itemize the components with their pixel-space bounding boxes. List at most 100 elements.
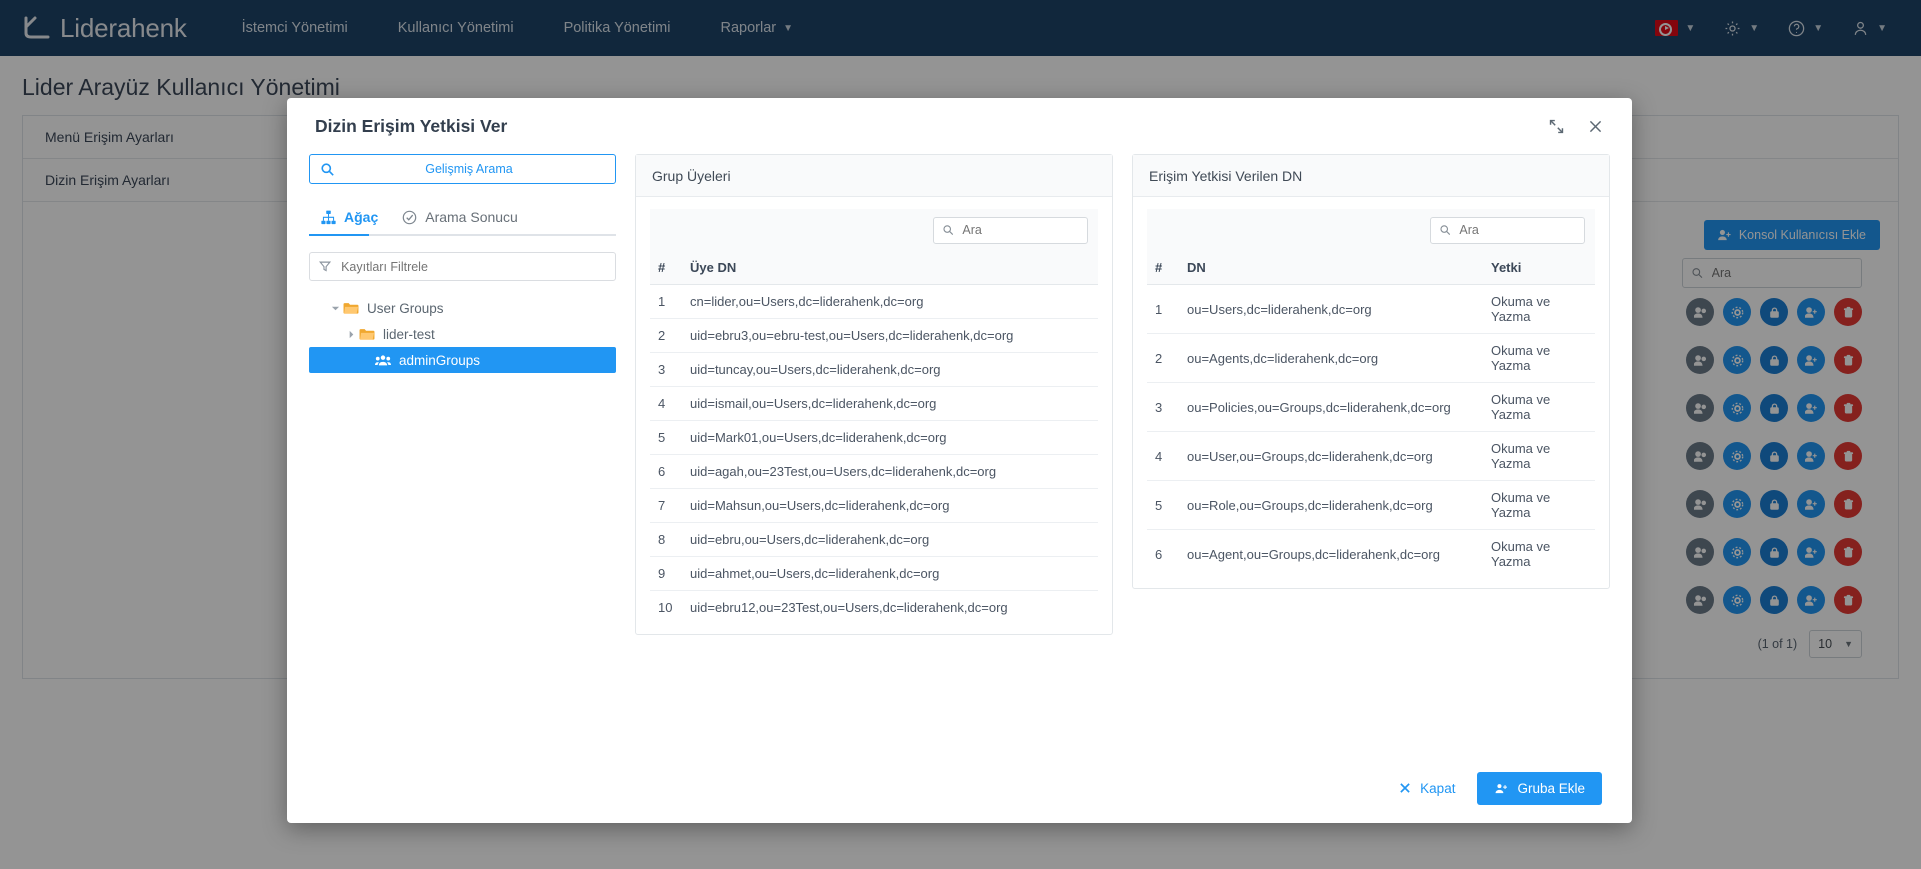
tab-arama-sonucu[interactable]: Arama Sonucu [390,201,530,236]
close-button-label: Kapat [1420,781,1455,796]
cell-index: 1 [650,285,684,319]
group-members-search-box[interactable] [933,217,1088,244]
add-to-group-button[interactable]: Gruba Ekle [1477,772,1602,805]
granted-dn-inner: # DN Yetki 1ou=Users,dc=liderahenk,dc=or… [1133,197,1609,588]
group-members-panel: Grup Üyeleri [635,154,1113,635]
cell-index: 3 [1147,383,1181,432]
table-row[interactable]: 5ou=Role,ou=Groups,dc=liderahenk,dc=orgO… [1147,481,1595,530]
table-row[interactable]: 6ou=Agent,ou=Groups,dc=liderahenk,dc=org… [1147,530,1595,579]
tab-label: Ağaç [344,209,378,225]
cell-dn: uid=ebru12,ou=23Test,ou=Users,dc=liderah… [684,591,1098,625]
table-row[interactable]: 9uid=ahmet,ou=Users,dc=liderahenk,dc=org [650,557,1098,591]
granted-dn-table: # DN Yetki 1ou=Users,dc=liderahenk,dc=or… [1147,251,1595,578]
dizin-erisim-yetkisi-modal: Dizin Erişim Yetkisi Ver [287,98,1632,823]
table-row[interactable]: 2ou=Agents,dc=liderahenk,dc=orgOkuma ve … [1147,334,1595,383]
check-circle-icon [402,210,417,225]
cell-dn: uid=agah,ou=23Test,ou=Users,dc=liderahen… [684,455,1098,489]
cell-dn: ou=User,ou=Groups,dc=liderahenk,dc=org [1181,432,1485,481]
cell-index: 4 [650,387,684,421]
column-header-index: # [1147,251,1181,285]
table-row[interactable]: 1ou=Users,dc=liderahenk,dc=orgOkuma ve Y… [1147,285,1595,334]
cell-index: 2 [1147,334,1181,383]
table-row[interactable]: 2uid=ebru3,ou=ebru-test,ou=Users,dc=lide… [650,319,1098,353]
table-row[interactable]: 1cn=lider,ou=Users,dc=liderahenk,dc=org [650,285,1098,319]
cell-yetki: Okuma ve Yazma [1485,530,1595,579]
table-row[interactable]: 4uid=ismail,ou=Users,dc=liderahenk,dc=or… [650,387,1098,421]
granted-dn-panel: Erişim Yetkisi Verilen DN [1132,154,1610,589]
advanced-search-button[interactable]: Gelişmiş Arama [309,154,616,184]
cell-dn: ou=Users,dc=liderahenk,dc=org [1181,285,1485,334]
table-row[interactable]: 6uid=agah,ou=23Test,ou=Users,dc=liderahe… [650,455,1098,489]
table-row[interactable]: 3uid=tuncay,ou=Users,dc=liderahenk,dc=or… [650,353,1098,387]
cell-yetki: Okuma ve Yazma [1485,383,1595,432]
tabs-underline [309,234,616,236]
modal-footer: Kapat Gruba Ekle [287,753,1632,823]
tab-label: Arama Sonucu [425,209,518,225]
cell-dn: uid=tuncay,ou=Users,dc=liderahenk,dc=org [684,353,1098,387]
folder-icon [359,328,375,341]
tree-icon [321,210,336,225]
app-root: Liderahenk İstemci Yönetimi Kullanıcı Yö… [0,0,1921,869]
folder-icon [343,302,359,315]
group-members-inner: # Üye DN 1cn=lider,ou=Users,dc=liderahen… [636,197,1112,634]
filter-icon [319,260,331,273]
column-header-uye-dn: Üye DN [684,251,1098,285]
tree-node-lider-test[interactable]: lider-test [309,321,616,347]
table-row[interactable]: 8uid=ebru,ou=Users,dc=liderahenk,dc=org [650,523,1098,557]
cell-index: 5 [1147,481,1181,530]
modal-header: Dizin Erişim Yetkisi Ver [287,98,1632,154]
cell-index: 9 [650,557,684,591]
group-icon [375,354,391,367]
close-button[interactable]: Kapat [1395,775,1459,802]
modal-title: Dizin Erişim Yetkisi Ver [315,116,507,137]
table-header-row: # DN Yetki [1147,251,1595,285]
tree-filter-input[interactable] [339,259,606,275]
cell-dn: uid=ebru3,ou=ebru-test,ou=Users,dc=lider… [684,319,1098,353]
tree-node-user-groups[interactable]: User Groups [309,295,616,321]
table-row[interactable]: 3ou=Policies,ou=Groups,dc=liderahenk,dc=… [1147,383,1595,432]
table-row[interactable]: 7uid=Mahsun,ou=Users,dc=liderahenk,dc=or… [650,489,1098,523]
granted-dn-search-box[interactable] [1430,217,1585,244]
directory-tree: User Groups lider-test [309,295,616,373]
cell-index: 4 [1147,432,1181,481]
granted-dn-title: Erişim Yetkisi Verilen DN [1133,155,1609,197]
tree-node-admingroups[interactable]: adminGroups [309,347,616,373]
cell-yetki: Okuma ve Yazma [1485,481,1595,530]
add-group-icon [1494,782,1508,795]
group-members-table: # Üye DN 1cn=lider,ou=Users,dc=liderahen… [650,251,1098,624]
table-header-row: # Üye DN [650,251,1098,285]
column-header-dn: DN [1181,251,1485,285]
search-icon [943,224,953,236]
cell-dn: ou=Policies,ou=Groups,dc=liderahenk,dc=o… [1181,383,1485,432]
cell-dn: uid=ebru,ou=Users,dc=liderahenk,dc=org [684,523,1098,557]
table-row[interactable]: 5uid=Mark01,ou=Users,dc=liderahenk,dc=or… [650,421,1098,455]
cell-yetki: Okuma ve Yazma [1485,334,1595,383]
tree-node-label: User Groups [367,301,444,316]
tab-agac[interactable]: Ağaç [309,201,390,236]
cell-dn: uid=ismail,ou=Users,dc=liderahenk,dc=org [684,387,1098,421]
search-icon [321,163,334,176]
close-icon[interactable] [1587,118,1604,135]
group-members-title: Grup Üyeleri [636,155,1112,197]
granted-dn-toolbar [1147,209,1595,251]
cell-index: 10 [650,591,684,625]
cell-index: 1 [1147,285,1181,334]
cell-index: 2 [650,319,684,353]
cell-dn: ou=Agents,dc=liderahenk,dc=org [1181,334,1485,383]
chevron-down-icon[interactable] [327,304,343,313]
cell-index: 3 [650,353,684,387]
tree-node-label: lider-test [383,327,435,342]
cell-dn: uid=Mahsun,ou=Users,dc=liderahenk,dc=org [684,489,1098,523]
table-row[interactable]: 10uid=ebru12,ou=23Test,ou=Users,dc=lider… [650,591,1098,625]
group-members-search-input[interactable] [960,222,1078,238]
tree-filter-box[interactable] [309,252,616,281]
advanced-search-label: Gelişmiş Arama [334,162,604,176]
granted-dn-search-input[interactable] [1457,222,1575,238]
tree-node-label: adminGroups [399,353,480,368]
maximize-icon[interactable] [1548,118,1565,135]
table-row[interactable]: 4ou=User,ou=Groups,dc=liderahenk,dc=orgO… [1147,432,1595,481]
cell-index: 6 [650,455,684,489]
chevron-right-icon[interactable] [343,330,359,339]
cell-yetki: Okuma ve Yazma [1485,432,1595,481]
column-header-index: # [650,251,684,285]
